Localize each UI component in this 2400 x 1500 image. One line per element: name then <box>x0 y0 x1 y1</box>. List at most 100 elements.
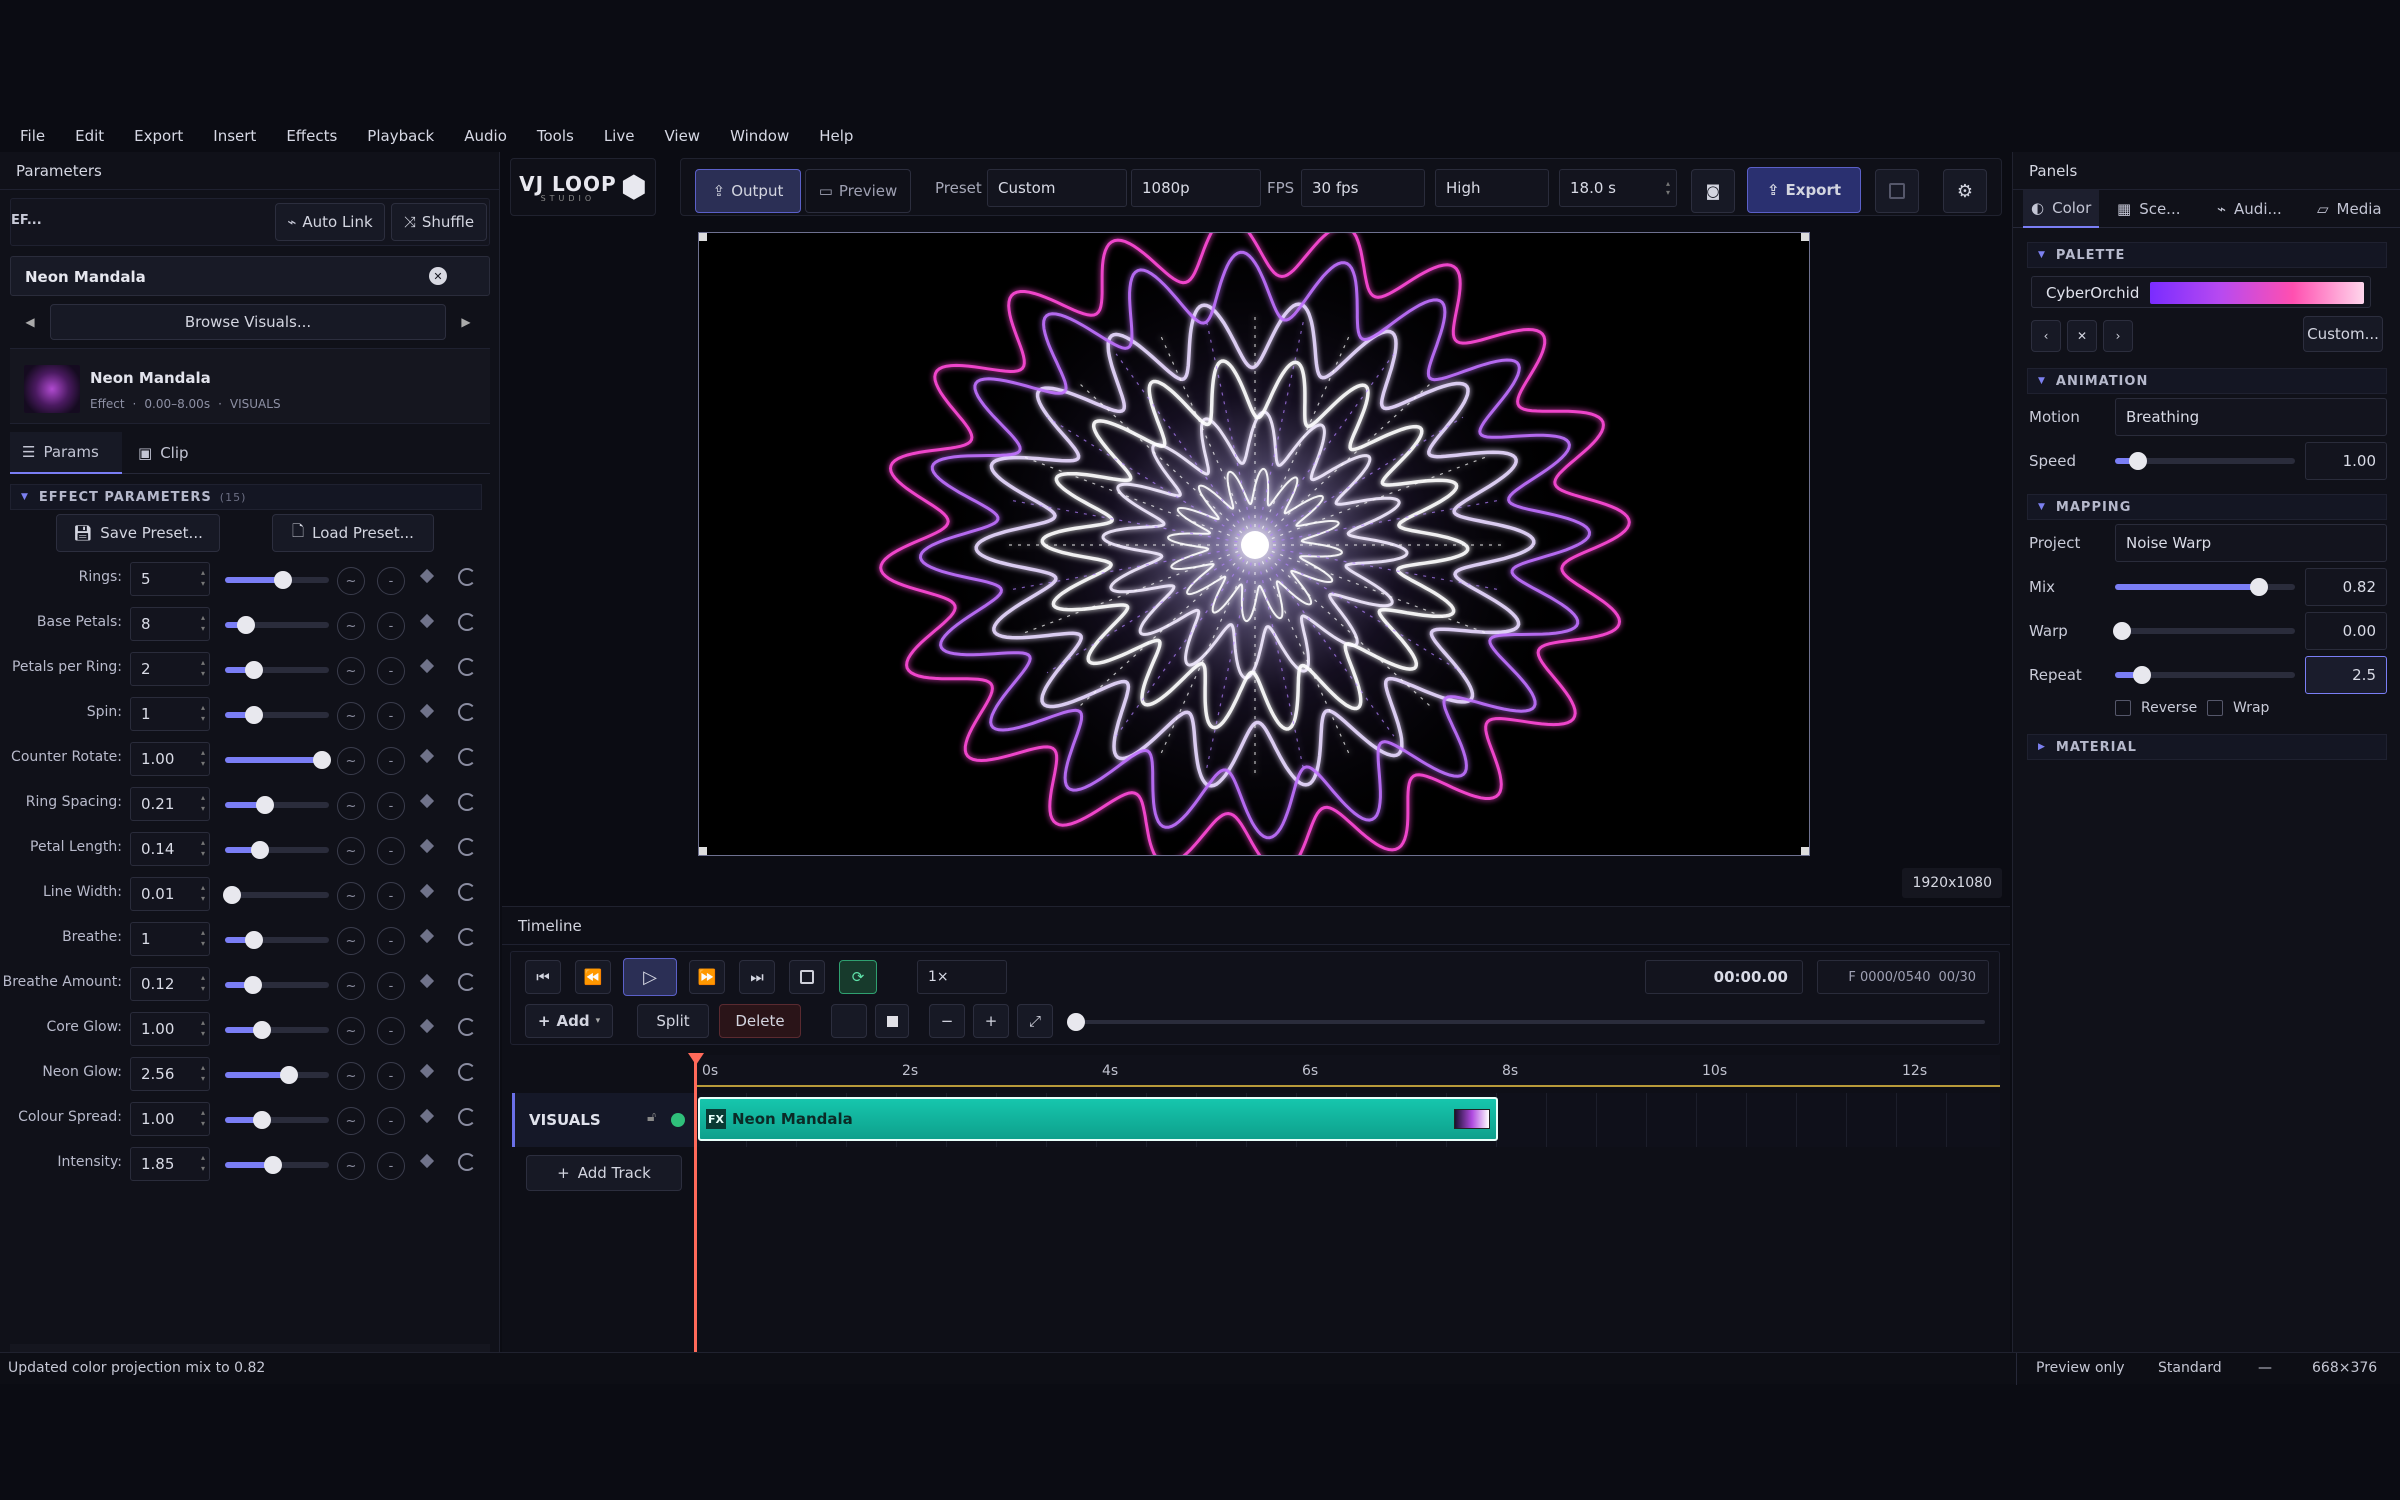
param-slider-knob[interactable] <box>251 841 270 859</box>
lfo-wave-icon[interactable]: ~ <box>337 702 365 730</box>
playhead-handle[interactable] <box>688 1053 704 1065</box>
keyframe-icon[interactable] <box>419 1018 435 1034</box>
param-slider-knob[interactable] <box>236 616 255 634</box>
param-slider-knob[interactable] <box>223 886 242 904</box>
stop-record-button[interactable] <box>1875 169 1919 213</box>
warp-input[interactable]: 0.00 <box>2305 612 2387 650</box>
param-slider[interactable] <box>225 751 331 769</box>
lfo-wave-icon[interactable]: ~ <box>337 567 365 595</box>
menu-item-export[interactable]: Export <box>134 127 183 145</box>
tab-clip[interactable]: ▣ Clip <box>138 432 189 474</box>
param-slider[interactable] <box>225 976 329 994</box>
loop-button[interactable]: ⟳ <box>839 960 877 994</box>
stepper-icon[interactable]: ▴ ▾ <box>201 882 205 904</box>
palette-remove-button[interactable]: ✕ <box>2067 320 2097 352</box>
reset-icon[interactable] <box>458 1063 476 1081</box>
lfo-wave-icon[interactable]: ~ <box>337 882 365 910</box>
stepper-icon[interactable]: ▴ ▾ <box>201 1062 205 1084</box>
stepper-icon[interactable]: ▴ ▾ <box>201 612 205 634</box>
lfo-wave-icon[interactable]: ~ <box>337 657 365 685</box>
modulation-icon[interactable]: - <box>377 1017 405 1045</box>
tab-sce[interactable]: ▦ Sce... <box>2109 190 2189 228</box>
reverse-checkbox[interactable] <box>2115 700 2131 716</box>
stepper-icon[interactable]: ▴ ▾ <box>201 792 205 814</box>
reset-icon[interactable] <box>458 928 476 946</box>
mix-input[interactable]: 0.82 <box>2305 568 2387 606</box>
param-slider-knob[interactable] <box>280 1066 299 1084</box>
wrap-checkbox[interactable] <box>2207 700 2223 716</box>
stepper-icon[interactable]: ▴ ▾ <box>201 837 205 859</box>
modulation-icon[interactable]: - <box>377 702 405 730</box>
modulation-icon[interactable]: - <box>377 792 405 820</box>
effect-parameters-section[interactable]: ▼ EFFECT PARAMETERS (15) <box>10 484 482 510</box>
repeat-slider[interactable] <box>2115 666 2295 684</box>
save-preset-button[interactable]: 💾︎ Save Preset... <box>56 514 220 552</box>
keyframe-icon[interactable] <box>419 928 435 944</box>
stepper-icon[interactable]: ▴ ▾ <box>201 1017 205 1039</box>
resize-handle-tr[interactable] <box>1801 233 1809 241</box>
speed-slider[interactable] <box>2115 452 2295 470</box>
keyframe-icon[interactable] <box>419 613 435 629</box>
param-slider[interactable] <box>225 931 329 949</box>
menu-item-live[interactable]: Live <box>604 127 635 145</box>
modulation-icon[interactable]: - <box>377 1062 405 1090</box>
reset-icon[interactable] <box>458 1108 476 1126</box>
menu-item-playback[interactable]: Playback <box>367 127 434 145</box>
param-slider[interactable] <box>225 841 329 859</box>
stepper-icon[interactable]: ▴ ▾ <box>201 747 205 769</box>
param-value-input[interactable]: 2 ▴ ▾ <box>130 652 210 686</box>
timeline-zoom-slider[interactable] <box>1067 1013 1985 1031</box>
output-button[interactable]: ⇪ Output <box>695 169 801 213</box>
param-value-input[interactable]: 1.00 ▴ ▾ <box>130 1012 210 1046</box>
fit-button[interactable]: ⤢ <box>1017 1004 1053 1038</box>
next-visual-icon[interactable]: ▶ <box>446 315 486 329</box>
resize-handle-tl[interactable] <box>699 233 707 241</box>
timeline-clip[interactable]: FX Neon Mandala <box>698 1097 1498 1141</box>
stepper-icon[interactable]: ▴ ▾ <box>201 567 205 589</box>
param-slider-knob[interactable] <box>245 661 264 679</box>
menu-item-audio[interactable]: Audio <box>464 127 507 145</box>
reset-icon[interactable] <box>458 1018 476 1036</box>
lfo-wave-icon[interactable]: ~ <box>337 1017 365 1045</box>
keyframe-icon[interactable] <box>419 568 435 584</box>
step-forward-button[interactable]: ⏩ <box>689 960 725 994</box>
modulation-icon[interactable]: - <box>377 927 405 955</box>
wrap-checkbox-row[interactable]: Wrap <box>2207 700 2269 716</box>
animation-section[interactable]: ▼ ANIMATION <box>2027 368 2387 394</box>
motion-select[interactable]: Breathing <box>2115 398 2387 436</box>
menu-item-window[interactable]: Window <box>730 127 789 145</box>
palette-prev-button[interactable]: ‹ <box>2031 320 2061 352</box>
modulation-icon[interactable]: - <box>377 1152 405 1180</box>
param-slider-knob[interactable] <box>274 571 293 589</box>
clear-icon[interactable]: ✕ <box>429 267 447 285</box>
param-slider-knob[interactable] <box>263 1156 282 1174</box>
resolution-select[interactable]: 1080p <box>1131 169 1261 207</box>
param-slider[interactable] <box>225 616 329 634</box>
warp-slider[interactable] <box>2113 622 2295 640</box>
param-value-input[interactable]: 8 ▴ ▾ <box>130 607 210 641</box>
menu-item-insert[interactable]: Insert <box>213 127 256 145</box>
duration-input[interactable]: 18.0 s ▴ ▾ <box>1559 169 1677 207</box>
keyframe-icon[interactable] <box>419 703 435 719</box>
playhead[interactable] <box>694 1055 697 1353</box>
zoom-in-button[interactable]: + <box>973 1004 1009 1038</box>
step-back-button[interactable]: ⏪ <box>575 960 611 994</box>
param-value-input[interactable]: 1 ▴ ▾ <box>130 697 210 731</box>
lfo-wave-icon[interactable]: ~ <box>337 1107 365 1135</box>
stepper-icon[interactable]: ▴ ▾ <box>201 657 205 679</box>
modulation-icon[interactable]: - <box>377 837 405 865</box>
preset-select[interactable]: Custom <box>987 169 1127 207</box>
track-header-visuals[interactable]: VISUALS 🔓︎ <box>512 1093 696 1147</box>
lfo-wave-icon[interactable]: ~ <box>337 747 365 775</box>
marker-button[interactable] <box>831 1004 867 1038</box>
param-value-input[interactable]: 0.21 ▴ ▾ <box>130 787 210 821</box>
slider-knob[interactable] <box>2129 452 2148 470</box>
slider-knob[interactable] <box>2133 666 2151 684</box>
param-slider-knob[interactable] <box>253 1021 272 1039</box>
palette-custom-button[interactable]: Custom... <box>2303 316 2383 352</box>
modulation-icon[interactable]: - <box>377 657 405 685</box>
menu-item-view[interactable]: View <box>664 127 700 145</box>
reset-icon[interactable] <box>458 973 476 991</box>
param-value-input[interactable]: 5 ▴ ▾ <box>130 562 210 596</box>
quality-select[interactable]: High <box>1435 169 1549 207</box>
